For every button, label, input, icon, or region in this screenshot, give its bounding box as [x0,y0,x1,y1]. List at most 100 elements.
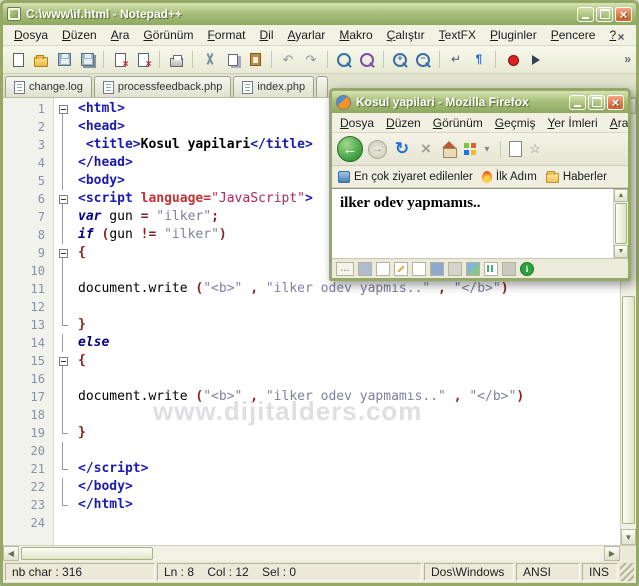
code-line[interactable]: 13} [3,316,620,334]
vertical-scroll-thumb[interactable] [622,296,635,524]
tools-icon[interactable] [502,261,516,276]
ff-close-button[interactable] [607,94,624,110]
open-button[interactable] [31,50,51,70]
undo-button[interactable] [278,50,298,70]
home-button[interactable] [440,140,458,158]
star-button[interactable] [527,140,543,158]
scroll-right-icon[interactable]: ▶ [604,546,620,561]
forward-button[interactable] [368,139,387,159]
replace-button[interactable] [357,50,377,70]
npp-menu-ayarlar[interactable]: Ayarlar [281,26,333,44]
caret-button[interactable] [482,140,492,158]
word-wrap-button[interactable] [446,50,466,70]
scroll-down-icon[interactable]: ▼ [621,529,636,545]
npp-menu-textfx[interactable]: TextFX [432,26,483,44]
code-line[interactable]: 24 [3,514,620,532]
extension-icon[interactable] [358,261,372,276]
stats-icon[interactable] [484,261,498,276]
code-line[interactable]: 19} [3,424,620,442]
doc2-icon[interactable] [412,261,426,276]
bookmark-item[interactable]: Haberler [545,170,607,183]
code-line[interactable]: 18 [3,406,620,424]
firefox-titlebar[interactable]: Kosul yapilari - Mozilla Firefox [332,91,628,113]
back-button[interactable] [337,136,363,162]
print-button[interactable] [166,50,186,70]
fold-toggle[interactable] [53,352,73,370]
tab-partial[interactable] [316,76,329,97]
npp-menu-g-r-n-m[interactable]: Görünüm [136,26,200,44]
minimize-button[interactable] [577,6,594,22]
npp-menu-pluginler[interactable]: Pluginler [483,26,544,44]
grid-button[interactable] [463,142,477,156]
ff-minimize-button[interactable] [569,94,586,110]
tab-index.php[interactable]: index.php [233,76,315,97]
npp-menu-dosya[interactable]: Dosya [7,26,55,44]
fold-toggle[interactable] [53,244,73,262]
stop-button[interactable] [417,140,435,158]
ff-menu-ara-lar[interactable]: Araçlar [604,114,628,132]
npp-menu-d-zen[interactable]: Düzen [55,26,104,44]
npp-menu-pencere[interactable]: Pencere [544,26,603,44]
paste-button[interactable] [245,50,265,70]
close-doc-button[interactable] [110,50,130,70]
horizontal-scroll-track[interactable] [19,546,604,561]
code-line[interactable]: 17 document.write ("<b>" , "ilker odev ya… [3,388,620,406]
save-icon[interactable] [430,261,444,276]
ff-menu-d-zen[interactable]: Düzen [380,114,427,132]
fold-toggle[interactable] [53,100,73,118]
edit-icon[interactable] [394,261,408,276]
cut-button[interactable] [199,50,219,70]
ff-menu-g-r-n-m[interactable]: Görünüm [427,114,489,132]
redo-button[interactable] [301,50,321,70]
ff-scroll-up-icon[interactable]: ▲ [614,189,628,202]
zoom-out-button[interactable] [413,50,433,70]
code-line[interactable]: 22 </body> [3,478,620,496]
ff-menu-ge-mi-[interactable]: Geçmiş [489,114,542,132]
image-icon[interactable] [466,261,480,276]
save-all-button[interactable] [77,50,97,70]
tab-change.log[interactable]: change.log [5,76,92,97]
info-icon[interactable] [520,261,534,276]
save-button[interactable] [54,50,74,70]
ff-maximize-button[interactable] [588,94,605,110]
resize-grip[interactable] [620,563,634,581]
maximize-button[interactable] [596,6,613,22]
npp-menu-makro[interactable]: Makro [332,26,379,44]
code-line[interactable]: 12 [3,298,620,316]
code-line[interactable]: 11 document.write ("<b>" , "ilker odev ya… [3,280,620,298]
code-line[interactable]: 15 { [3,352,620,370]
close-all-button[interactable] [133,50,153,70]
dots-icon[interactable] [336,261,354,276]
npp-menu-ara[interactable]: Ara [104,26,137,44]
find-button[interactable] [334,50,354,70]
code-line[interactable]: 14 else [3,334,620,352]
copy-button[interactable] [222,50,242,70]
show-all-chars-button[interactable] [469,50,489,70]
ff-menu-dosya[interactable]: Dosya [334,114,380,132]
bookmark-item[interactable]: İlk Adım [481,170,537,183]
ff-scroll-thumb[interactable] [615,203,627,244]
ff-vertical-scrollbar[interactable]: ▲ ▼ [613,189,628,258]
ff-menu-yer-i-mleri[interactable]: Yer İmleri [541,114,603,132]
notepad-titlebar[interactable]: C:\www\if.html - Notepad++ [3,3,636,25]
record-macro-button[interactable] [502,50,522,70]
horizontal-scroll-thumb[interactable] [21,547,153,560]
print-icon[interactable] [448,261,462,276]
tab-processfeedback.php[interactable]: processfeedback.php [93,76,232,97]
close-document-icon[interactable]: × [614,31,628,45]
zoom-in-button[interactable] [390,50,410,70]
play-macro-button[interactable] [525,50,545,70]
horizontal-scrollbar[interactable]: ◀ ▶ [3,545,636,561]
fold-toggle[interactable] [53,190,73,208]
refresh-button[interactable] [392,139,412,159]
page-button[interactable] [509,141,522,157]
toolbar-overflow-icon[interactable]: » [624,52,631,66]
code-line[interactable]: 16 [3,370,620,388]
bookmark-item[interactable]: En çok ziyaret edilenler [338,170,473,183]
code-line[interactable]: 23 </html> [3,496,620,514]
npp-menu--al-t-r[interactable]: Çalıştır [380,26,432,44]
close-button[interactable] [615,6,632,22]
scroll-left-icon[interactable]: ◀ [3,546,19,561]
doc-icon[interactable] [376,261,390,276]
npp-menu-format[interactable]: Format [200,26,252,44]
